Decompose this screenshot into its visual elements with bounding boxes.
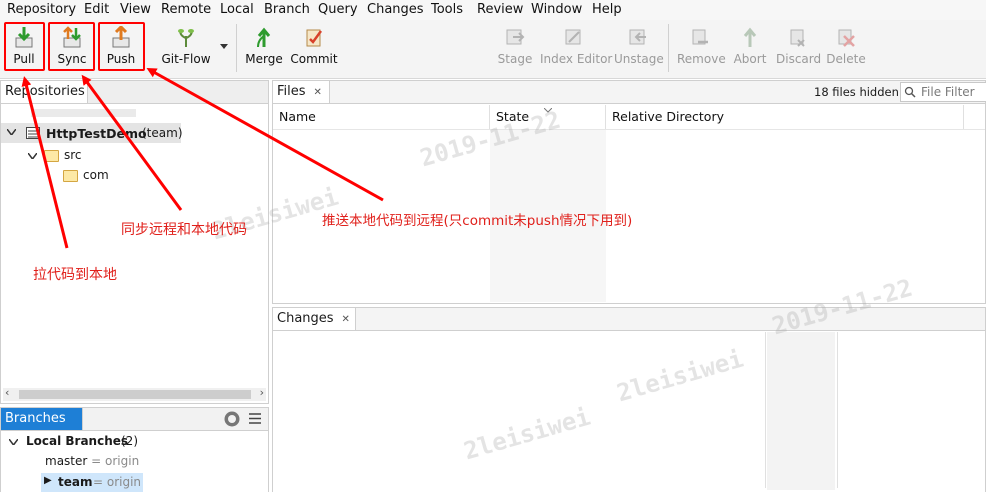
- sync-arrow: [81, 74, 183, 211]
- annotation-pull: 拉代码到本地: [33, 267, 117, 283]
- pull-arrow: [21, 76, 69, 249]
- annotation-sync: 同步远程和本地代码: [121, 222, 247, 238]
- annotation-push: 推送本地代码到远程(只commit未push情况下用到): [322, 213, 633, 229]
- push-arrow: [146, 68, 384, 202]
- annotation-arrows: [21, 68, 384, 249]
